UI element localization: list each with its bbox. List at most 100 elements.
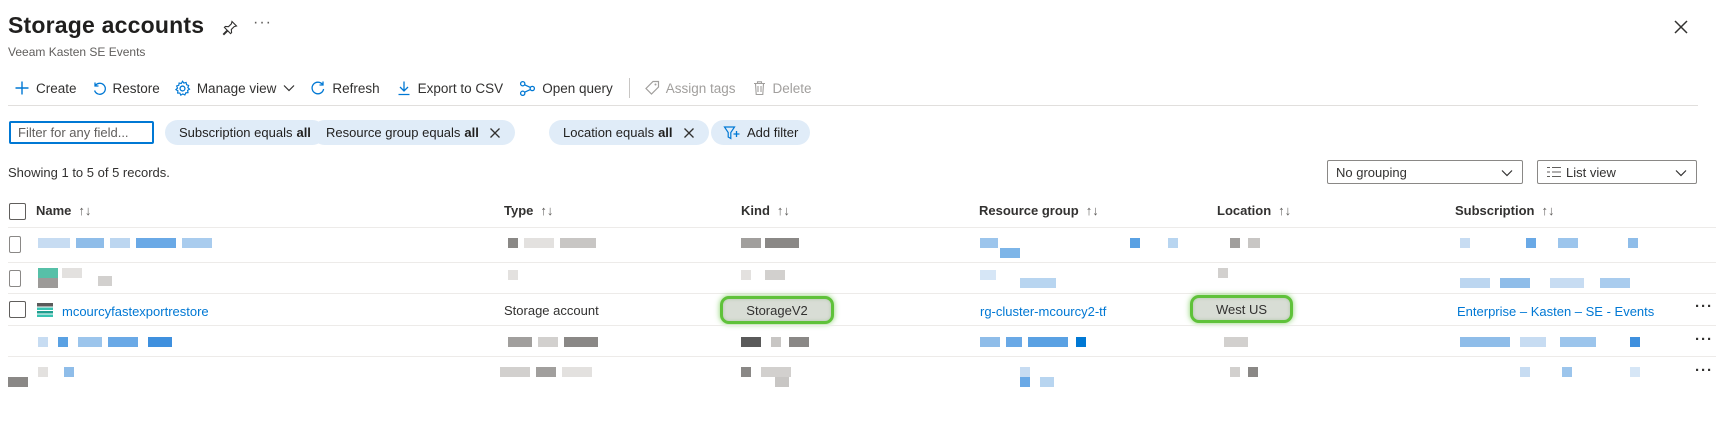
manage-view-label: Manage view — [196, 80, 277, 96]
subscription-link[interactable]: Enterprise – Kasten – SE - Events — [1457, 304, 1654, 319]
redacted-location — [1218, 268, 1258, 278]
resource-group-link[interactable]: rg-cluster-mcourcy2-tf — [980, 304, 1106, 319]
redacted-resource-group — [980, 238, 1180, 258]
row-divider — [8, 293, 1716, 294]
export-csv-button[interactable]: Export to CSV — [396, 76, 503, 100]
redacted-type — [508, 238, 598, 248]
redacted-kind — [741, 270, 801, 280]
column-header-type[interactable]: Type ↑↓ — [504, 203, 553, 218]
redacted-name — [38, 337, 178, 347]
refresh-button[interactable]: Refresh — [310, 76, 380, 100]
view-mode-value: List view — [1566, 164, 1616, 180]
column-kind-label: Kind — [741, 203, 770, 218]
pin-icon[interactable] — [222, 20, 238, 36]
redacted-name — [38, 238, 218, 248]
location-filter-label: Location equals — [563, 125, 655, 140]
kind-value: StorageV2 — [720, 296, 834, 324]
select-all-checkbox[interactable] — [9, 203, 26, 220]
query-icon — [520, 80, 536, 96]
row-divider — [8, 227, 1716, 228]
toolbar-divider — [628, 78, 630, 98]
grouping-value: No grouping — [1336, 164, 1407, 180]
grouping-dropdown[interactable]: No grouping — [1327, 160, 1523, 184]
create-button[interactable]: Create — [14, 76, 77, 100]
assign-tags-button[interactable]: Assign tags — [644, 76, 736, 100]
assign-tags-label: Assign tags — [665, 80, 736, 96]
column-header-kind[interactable]: Kind ↑↓ — [741, 203, 790, 218]
redacted-type — [508, 270, 528, 280]
column-header-name[interactable]: Name ↑↓ — [36, 203, 91, 218]
resource-name-link[interactable]: mcourcyfastexportrestore — [62, 304, 209, 319]
column-name-label: Name — [36, 203, 72, 218]
resource-group-filter-pill[interactable]: Resource group equals all — [312, 120, 515, 145]
sort-icon: ↑↓ — [1541, 203, 1555, 218]
row-checkbox[interactable] — [9, 270, 21, 287]
redacted-location — [1230, 367, 1260, 377]
location-filter-value: all — [658, 125, 673, 140]
restore-label: Restore — [112, 80, 160, 96]
manage-view-button[interactable]: Manage view — [174, 76, 297, 100]
filter-input[interactable] — [9, 121, 154, 144]
restore-button[interactable]: Restore — [91, 76, 160, 100]
sort-icon: ↑↓ — [540, 203, 554, 218]
row-checkbox[interactable] — [9, 236, 21, 253]
location-value: West US — [1190, 295, 1293, 323]
redacted-resource-group — [980, 337, 1090, 347]
chevron-down-icon — [1675, 170, 1687, 177]
redacted-location — [1230, 238, 1270, 248]
subscription-filter-value: all — [296, 125, 311, 140]
column-resource-group-label: Resource group — [979, 203, 1079, 218]
add-filter-button[interactable]: Add filter — [711, 120, 811, 145]
remove-filter-icon[interactable] — [683, 127, 695, 139]
redacted-name — [8, 367, 78, 387]
open-query-button[interactable]: Open query — [519, 76, 613, 100]
plus-icon — [15, 81, 29, 95]
sort-icon: ↑↓ — [78, 203, 92, 218]
redacted-kind — [741, 337, 811, 347]
command-bar: Create Restore Manage view Refresh Expor… — [8, 76, 812, 100]
refresh-label: Refresh — [332, 80, 380, 96]
column-header-location[interactable]: Location ↑↓ — [1217, 203, 1291, 218]
location-filter-pill[interactable]: Location equals all — [549, 120, 709, 145]
column-header-resource-group[interactable]: Resource group ↑↓ — [979, 203, 1099, 218]
column-header-subscription[interactable]: Subscription ↑↓ — [1455, 203, 1554, 218]
sort-icon: ↑↓ — [1278, 203, 1292, 218]
redacted-type — [508, 337, 600, 347]
row-checkbox[interactable] — [9, 301, 26, 318]
refresh-icon — [311, 81, 325, 95]
sort-icon: ↑↓ — [1085, 203, 1099, 218]
close-icon[interactable] — [1672, 18, 1690, 36]
row-more-options-icon[interactable]: ··· — [1695, 298, 1713, 315]
chevron-down-icon — [1501, 170, 1513, 177]
open-query-label: Open query — [542, 80, 613, 96]
storage-account-icon — [37, 303, 53, 317]
page-title: Storage accounts — [8, 12, 205, 38]
redacted-kind — [741, 238, 801, 248]
row-divider — [8, 325, 1716, 326]
subscription-filter-pill[interactable]: Subscription equals all — [165, 120, 325, 145]
redacted-subscription — [1520, 367, 1640, 377]
redacted-location — [1224, 337, 1264, 347]
redacted-subscription — [1460, 278, 1640, 288]
toolbar-divider-line — [8, 105, 1698, 106]
row-divider — [8, 356, 1716, 357]
remove-filter-icon[interactable] — [489, 127, 501, 139]
resource-group-filter-label: Resource group equals — [326, 125, 461, 140]
download-icon — [398, 81, 410, 96]
add-filter-label: Add filter — [747, 125, 799, 140]
view-mode-dropdown[interactable]: List view — [1537, 160, 1697, 184]
redacted-name — [38, 268, 118, 288]
more-options-icon[interactable]: ··· — [253, 14, 272, 32]
column-location-label: Location — [1217, 203, 1272, 218]
row-more-options-icon[interactable]: ··· — [1695, 331, 1713, 348]
resource-type: Storage account — [504, 303, 599, 318]
gear-icon — [174, 79, 191, 96]
list-view-icon — [1547, 166, 1561, 178]
add-filter-icon — [723, 125, 740, 140]
create-label: Create — [36, 80, 77, 96]
redacted-subscription — [1460, 238, 1640, 248]
delete-button[interactable]: Delete — [752, 76, 812, 100]
page-subtitle: Veeam Kasten SE Events — [8, 45, 146, 59]
redacted-subscription — [1460, 337, 1660, 347]
row-more-options-icon[interactable]: ··· — [1695, 362, 1713, 379]
